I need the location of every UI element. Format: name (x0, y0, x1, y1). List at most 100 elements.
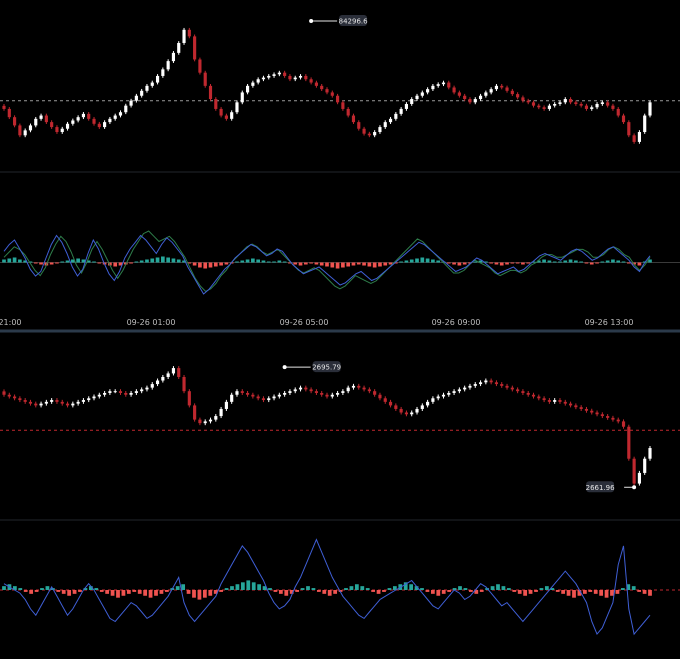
macd-histogram-bar (303, 262, 308, 265)
candle-body (251, 82, 255, 86)
candle-body (55, 400, 59, 402)
macd-histogram-bar (322, 590, 327, 594)
candle-body (574, 405, 578, 408)
candle-body (484, 92, 488, 96)
macd-histogram-bar (76, 258, 80, 263)
macd-histogram-bar (620, 588, 625, 590)
candle-body (367, 133, 371, 136)
candle-body (60, 401, 64, 404)
candle-body (637, 132, 641, 142)
candle-body (584, 105, 589, 109)
candle-body (187, 29, 191, 37)
macd-histogram-bar (278, 590, 283, 594)
macd-histogram-bar (595, 262, 599, 264)
candle-body (187, 391, 191, 406)
macd-histogram-bar (192, 590, 196, 598)
macd-histogram-bar (268, 588, 272, 590)
candle-body (2, 105, 6, 109)
macd-histogram-bar (547, 260, 552, 263)
macd-histogram-bar (399, 261, 403, 263)
macd-histogram-bar (463, 588, 468, 590)
candle-body (521, 97, 525, 101)
candle-body (336, 392, 340, 395)
macd-histogram-bar (39, 262, 43, 265)
macd-histogram-bar (105, 590, 110, 594)
candle-body (198, 419, 202, 424)
candle-body (245, 85, 250, 93)
candle-body (81, 113, 86, 118)
macd-histogram-bar (512, 590, 517, 592)
macd-histogram-bar (295, 590, 300, 592)
candle-body (34, 118, 38, 126)
candle-body (208, 85, 213, 100)
macd-histogram-bar (383, 262, 388, 266)
candle-body (510, 90, 514, 95)
candle-body (436, 396, 440, 399)
candle-body (92, 118, 96, 124)
candle-body (145, 85, 149, 91)
candle-body (256, 396, 260, 399)
macd-histogram-bar (584, 262, 589, 264)
candle-body (574, 102, 578, 104)
candle-body (113, 115, 117, 119)
trading-chart[interactable]: 84296.6 21:00 09-26 01:00 09-26 05:00 09-26… (0, 0, 680, 659)
macd-histogram-bar (473, 261, 478, 263)
macd-histogram-bar (446, 262, 451, 264)
macd-histogram-bar (447, 590, 452, 592)
candle-body (341, 391, 345, 393)
macd-histogram-bar (65, 260, 70, 263)
candle-body (134, 95, 138, 101)
macd-histogram-bar (284, 590, 289, 596)
macd-histogram-bar (159, 590, 164, 594)
macd-histogram-bar (330, 262, 335, 268)
candle-body (267, 75, 271, 78)
candle-body (637, 472, 641, 484)
candle-body (28, 125, 33, 131)
macd-histogram-bar (306, 586, 310, 590)
candle-body (420, 92, 424, 96)
macd-histogram-bar (611, 259, 615, 263)
candle-body (277, 72, 281, 75)
candle-body (516, 389, 520, 392)
candle-body (219, 108, 223, 116)
candle-body (346, 387, 350, 392)
macd-histogram-bar (351, 262, 356, 266)
time-axis-tick-label: 21:00 (0, 318, 22, 327)
macd-histogram-bar (198, 262, 202, 268)
macd-histogram-bar (436, 590, 441, 596)
candle-body (606, 102, 610, 106)
macd-histogram-bar (154, 590, 158, 596)
macd-histogram-bar (202, 590, 207, 598)
macd-histogram-bar (129, 262, 133, 264)
candle-body (399, 108, 403, 114)
candle-body (600, 102, 604, 104)
macd-histogram-bar (544, 586, 549, 590)
macd-histogram-bar (425, 590, 430, 592)
macd-histogram-bar (121, 590, 126, 596)
candle-body (383, 398, 387, 402)
macd-histogram-bar (213, 262, 218, 267)
candle-body (415, 408, 419, 413)
macd-histogram-bar (197, 590, 202, 600)
candle-body (97, 123, 101, 128)
candle-body (13, 117, 17, 126)
macd-histogram-bar (604, 590, 609, 598)
macd-histogram-bar (18, 588, 23, 590)
macd-histogram-bar (224, 588, 229, 590)
candle-body (399, 408, 403, 413)
candle-body (394, 113, 398, 119)
macd-histogram-bar (420, 588, 424, 590)
candle-body (71, 120, 75, 124)
candle-body (256, 79, 260, 83)
macd-histogram-bar (599, 590, 604, 596)
candle-body (415, 95, 419, 100)
macd-histogram-bar (257, 584, 262, 590)
macd-histogram-bar (166, 257, 170, 263)
macd-histogram-bar (175, 586, 180, 590)
macd-histogram-bar (235, 261, 239, 263)
candle-body (261, 398, 266, 401)
macd-histogram-bar (563, 260, 568, 263)
candle-body (103, 392, 107, 395)
candle-body (500, 85, 504, 88)
macd-histogram-bar (251, 258, 255, 263)
